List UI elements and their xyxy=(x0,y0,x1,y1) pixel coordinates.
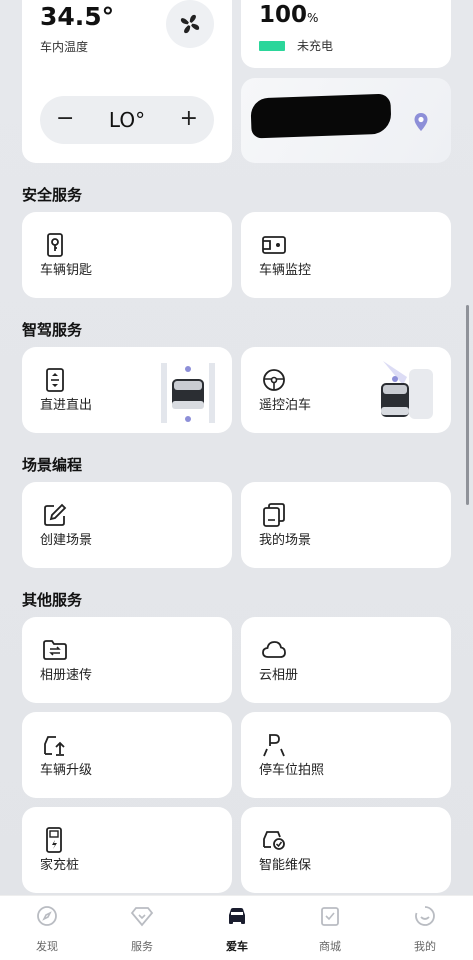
my-scene-tile[interactable]: 我的场景 xyxy=(241,482,451,568)
nav-discover-label: 发现 xyxy=(36,940,58,953)
car-upgrade-icon xyxy=(44,736,65,756)
nav-service[interactable]: 服务 xyxy=(112,904,172,954)
fan-icon xyxy=(180,14,200,34)
section-title-other: 其他服务 xyxy=(22,591,83,609)
cloud-icon xyxy=(262,641,286,658)
location-pin-icon xyxy=(414,113,428,131)
fan-button[interactable] xyxy=(166,0,214,48)
straight-in-out-icon xyxy=(46,368,64,392)
cabin-temperature: 34.5° xyxy=(40,2,115,31)
nav-mine-label: 我的 xyxy=(414,940,436,953)
home-charger-tile[interactable]: 家充桩 xyxy=(22,807,232,893)
car-monitor-icon xyxy=(262,236,286,254)
nav-mall[interactable]: 商城 xyxy=(300,904,360,954)
parking-spot-icon xyxy=(263,734,285,757)
smart-maintenance-label: 智能维保 xyxy=(259,858,312,873)
car-monitor-label: 车辆监控 xyxy=(259,263,312,278)
car-top-view-illustration xyxy=(158,361,218,423)
home-charger-label: 家充桩 xyxy=(40,858,80,873)
battery-level-bar xyxy=(259,41,285,51)
folder-transfer-icon xyxy=(43,640,67,660)
create-scene-tile[interactable]: 创建场景 xyxy=(22,482,232,568)
parking-illustration xyxy=(381,361,433,419)
car-upgrade-label: 车辆升级 xyxy=(40,763,93,778)
remote-parking-tile[interactable]: 遥控泊车 xyxy=(241,347,451,433)
car-key-icon xyxy=(47,233,63,257)
smart-maintenance-tile[interactable]: 智能维保 xyxy=(241,807,451,893)
nav-my-car[interactable]: 爱车 xyxy=(207,904,267,954)
nav-mall-label: 商城 xyxy=(319,940,341,953)
shopping-bag-icon xyxy=(321,907,339,926)
nav-discover[interactable]: 发现 xyxy=(17,904,77,954)
steering-wheel-icon xyxy=(263,369,285,391)
create-scene-label: 创建场景 xyxy=(40,533,93,548)
car-icon xyxy=(229,908,245,924)
smile-icon xyxy=(415,906,435,926)
car-key-label: 车辆钥匙 xyxy=(40,263,93,278)
nav-my-car-label: 爱车 xyxy=(226,940,248,953)
battery-percent-unit: % xyxy=(307,11,319,25)
compass-icon xyxy=(37,906,57,926)
cabin-temperature-label: 车内温度 xyxy=(40,40,89,54)
increase-temperature-button[interactable]: + xyxy=(180,106,198,132)
car-upgrade-tile[interactable]: 车辆升级 xyxy=(22,712,232,798)
section-title-scene: 场景编程 xyxy=(22,456,83,474)
redacted-address xyxy=(250,93,392,139)
battery-percent: 100% xyxy=(259,2,318,28)
parking-photo-label: 停车位拍照 xyxy=(259,763,325,778)
album-transfer-tile[interactable]: 相册速传 xyxy=(22,617,232,703)
scrollbar-thumb[interactable] xyxy=(466,305,469,505)
battery-card[interactable]: 100% 未充电 xyxy=(241,0,451,68)
remote-parking-label: 遥控泊车 xyxy=(259,398,312,413)
straight-in-out-tile[interactable]: 直进直出 xyxy=(22,347,232,433)
cloud-album-label: 云相册 xyxy=(259,668,299,683)
temperature-stepper: − LO° + xyxy=(40,96,214,144)
battery-percent-value: 100 xyxy=(259,2,308,28)
car-maintenance-icon xyxy=(263,831,285,850)
location-card[interactable] xyxy=(241,78,451,163)
my-scene-label: 我的场景 xyxy=(259,533,312,548)
parking-photo-tile[interactable]: 停车位拍照 xyxy=(241,712,451,798)
album-transfer-label: 相册速传 xyxy=(40,668,93,683)
climate-card[interactable]: 34.5° 车内温度 − LO° + xyxy=(22,0,232,163)
car-monitor-tile[interactable]: 车辆监控 xyxy=(241,212,451,298)
pages-icon xyxy=(263,503,285,527)
cloud-album-tile[interactable]: 云相册 xyxy=(241,617,451,703)
bottom-navigation: 发现 服务 爱车 商城 我的 xyxy=(0,895,473,960)
edit-icon xyxy=(44,503,67,526)
nav-mine[interactable]: 我的 xyxy=(395,904,455,954)
charging-status: 未充电 xyxy=(297,39,334,53)
section-title-security: 安全服务 xyxy=(22,186,83,204)
charger-icon xyxy=(46,827,62,853)
car-key-tile[interactable]: 车辆钥匙 xyxy=(22,212,232,298)
heart-badge-icon xyxy=(130,907,154,927)
straight-in-out-label: 直进直出 xyxy=(40,398,93,413)
section-title-smart-drive: 智驾服务 xyxy=(22,321,83,339)
nav-service-label: 服务 xyxy=(131,940,153,953)
